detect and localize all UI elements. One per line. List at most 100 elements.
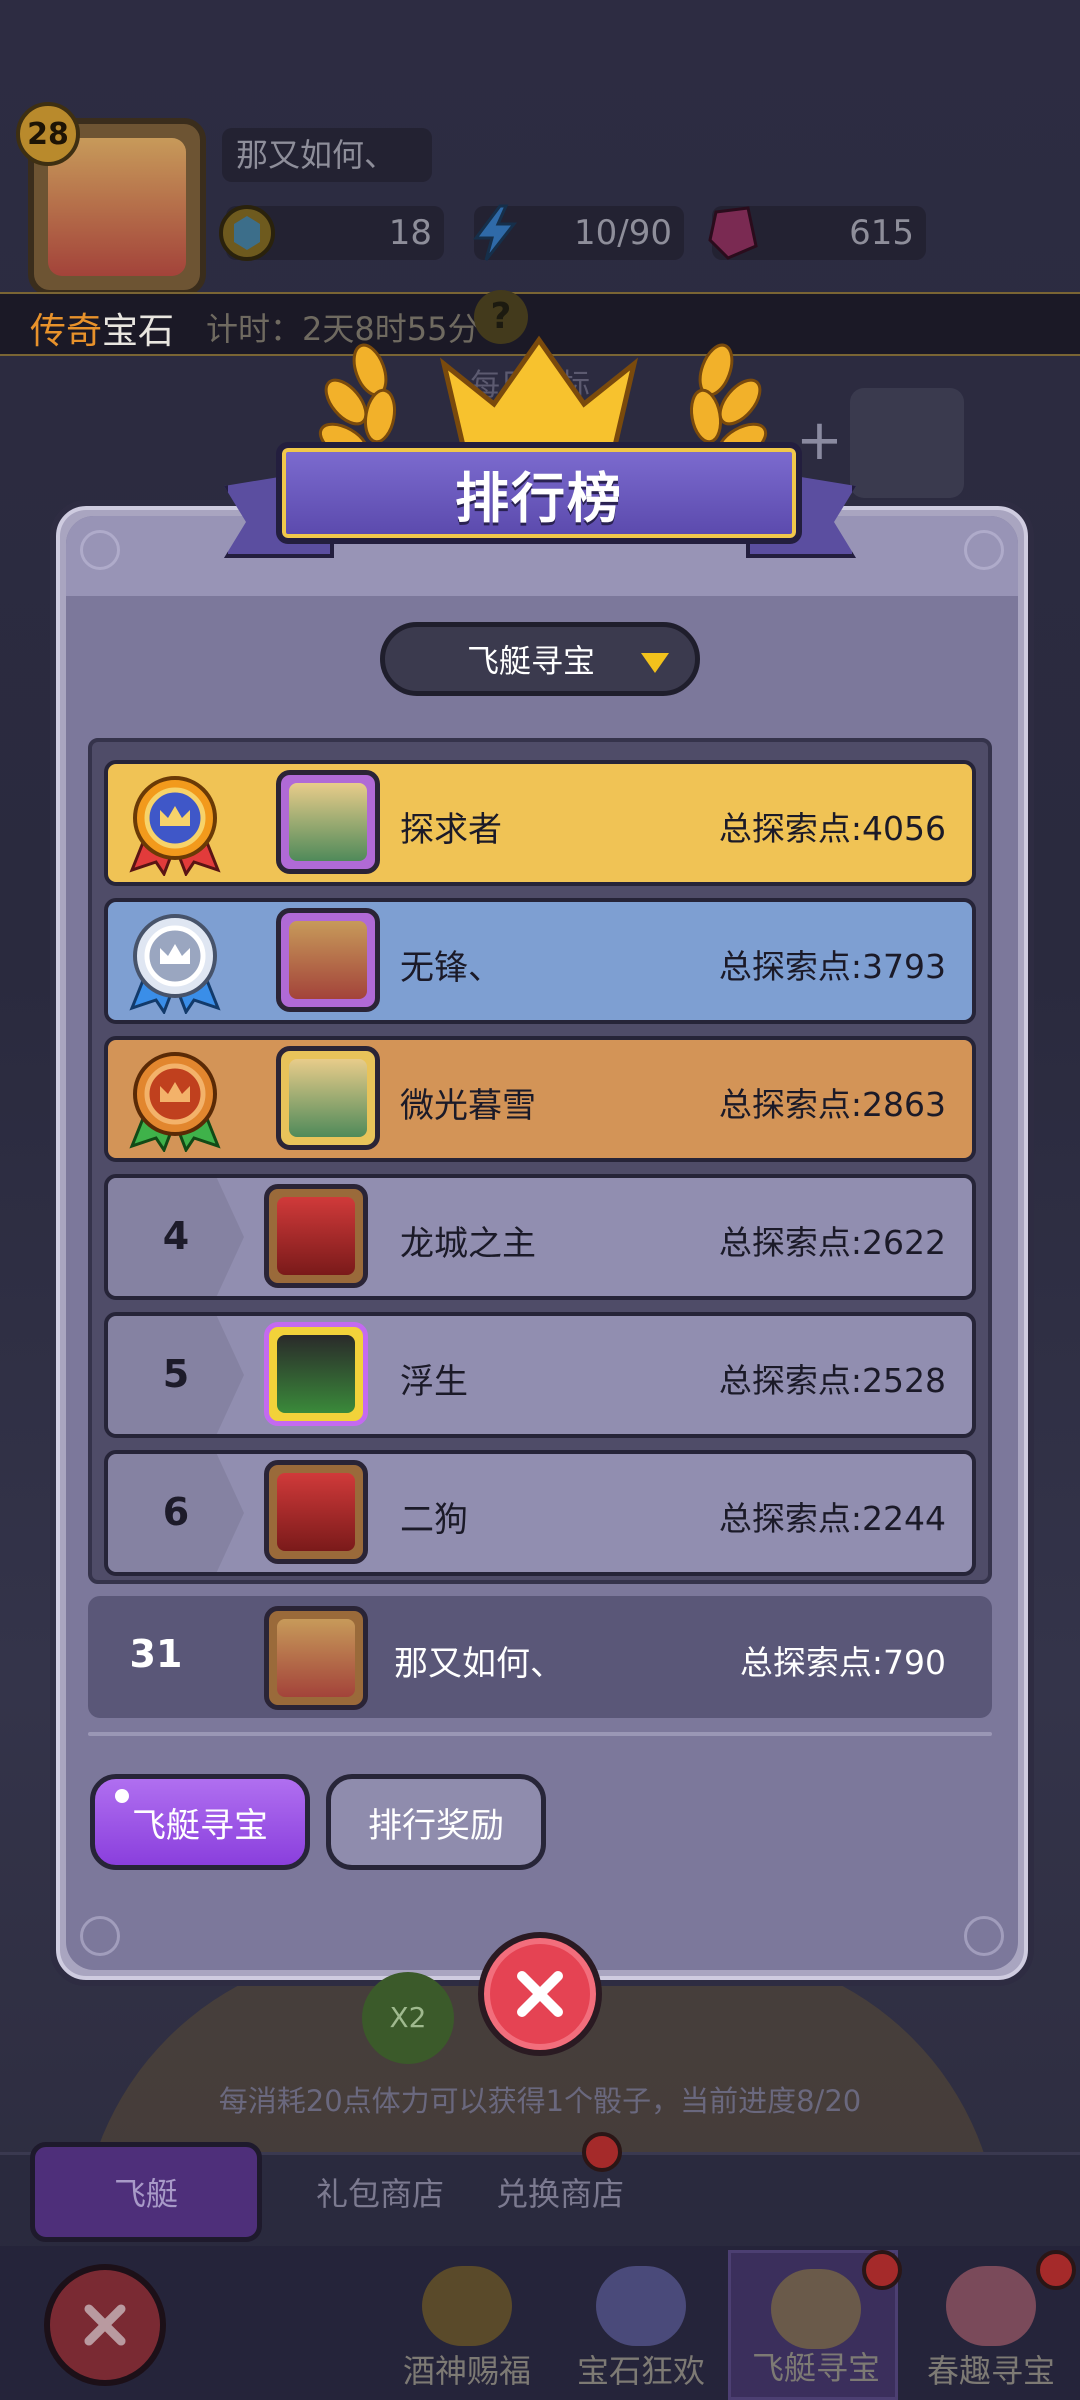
leaderboard-row[interactable]: 5 浮生 总探索点:2528 [104, 1312, 976, 1438]
rank-number: 5 [162, 1352, 190, 1396]
x2-badge: X2 [362, 1972, 454, 2064]
gem-icon [708, 206, 758, 260]
nav-label: 春趣寻宝 [926, 2352, 1055, 2390]
avatar[interactable] [264, 1606, 368, 1710]
leaderboard-row[interactable]: 无锋、 总探索点:3793 [104, 898, 976, 1024]
my-name: 那又如何、 [394, 1644, 564, 1684]
rank-number: 4 [162, 1214, 190, 1258]
wine-god-icon [422, 2266, 512, 2346]
player-avatar-face [48, 138, 186, 276]
event-title-part1: 传奇 [30, 311, 103, 352]
player-name: 探求者 [400, 810, 502, 850]
player-name: 微光暮雪 [400, 1086, 536, 1126]
event-title-part2: 宝石 [102, 311, 175, 352]
notification-dot [862, 2250, 902, 2290]
level-badge: 28 [16, 102, 80, 166]
rose-icon [946, 2266, 1036, 2346]
gem-value: 615 [849, 213, 914, 253]
silver-medal-icon [129, 914, 221, 1014]
energy-value: 10/90 [574, 213, 672, 253]
dropdown-value: 飞艇寻宝 [467, 642, 596, 680]
subtab-gift-shop[interactable]: 礼包商店 [300, 2142, 460, 2242]
gem-counter: 615 [708, 206, 926, 260]
corner-ornament [964, 530, 1004, 570]
rank-number: 6 [162, 1490, 190, 1534]
avatar[interactable] [276, 770, 380, 874]
avatar-face [277, 1473, 355, 1551]
event-title: 传奇宝石 [30, 302, 174, 354]
avatar-face [289, 921, 367, 999]
player-score: 总探索点:2863 [718, 1085, 946, 1124]
close-icon [517, 1971, 563, 2017]
tab-highlight-dot [115, 1789, 129, 1803]
leaderboard-row[interactable]: 6 二狗 总探索点:2244 [104, 1450, 976, 1576]
corner-ornament [80, 530, 120, 570]
player-name: 那又如何、 [222, 128, 432, 182]
notification-dot [582, 2132, 622, 2172]
player-score: 总探索点:2622 [718, 1223, 946, 1262]
leaderboard-row[interactable]: 微光暮雪 总探索点:2863 [104, 1036, 976, 1162]
leaderboard-list[interactable]: 探求者 总探索点:4056 无锋、 总探索点:3793 微光暮雪 总探索点:28… [88, 738, 992, 1584]
nav-label: 宝石狂欢 [576, 2352, 705, 2390]
corner-ornament [80, 1916, 120, 1956]
avatar-face [289, 1059, 367, 1137]
nav-close-button[interactable] [44, 2264, 166, 2386]
dropdown-arrow-icon [641, 653, 669, 673]
player-score: 总探索点:2528 [718, 1361, 946, 1400]
avatar-face [277, 1335, 355, 1413]
coin-value: 18 [388, 213, 432, 253]
avatar[interactable] [276, 1046, 380, 1150]
airship-icon [771, 2269, 861, 2349]
my-rank-row: 31 那又如何、 总探索点:790 [88, 1596, 992, 1718]
crown-icon [439, 335, 639, 453]
nav-label: 酒神赐福 [402, 2352, 531, 2390]
bronze-medal-icon [129, 1052, 221, 1152]
player-score: 总探索点:3793 [718, 947, 946, 986]
tab-airship-treasure[interactable]: 飞艇寻宝 [90, 1774, 310, 1870]
event-select-dropdown[interactable]: 飞艇寻宝 [380, 622, 700, 696]
leaderboard-title: 排行榜 [455, 466, 623, 530]
player-header: 28 那又如何、 18 10/90 615 [0, 90, 1080, 296]
avatar[interactable] [264, 1184, 368, 1288]
coin-icon [219, 205, 275, 261]
notification-dot [1036, 2250, 1076, 2290]
tab-label: 排行奖励 [368, 1805, 504, 1846]
tab-label: 飞艇寻宝 [132, 1805, 268, 1846]
tab-rank-rewards[interactable]: 排行奖励 [326, 1774, 546, 1870]
avatar-face [289, 783, 367, 861]
plus-icon[interactable]: + [796, 408, 843, 473]
rank-area: 5 [108, 1316, 248, 1434]
leaderboard-row[interactable]: 4 龙城之主 总探索点:2622 [104, 1174, 976, 1300]
avatar-face [277, 1197, 355, 1275]
my-rank-number: 31 [129, 1632, 183, 1676]
lightning-icon [473, 204, 518, 261]
leaderboard-title-banner: 排行榜 [276, 442, 802, 544]
close-button[interactable] [478, 1932, 602, 2056]
divider [88, 1732, 992, 1736]
close-icon [84, 2304, 126, 2346]
rank-area: 4 [108, 1178, 248, 1296]
dice-progress-hint: 每消耗20点体力可以获得1个骰子，当前进度8/20 [218, 2084, 862, 2118]
nav-item-wine-blessing[interactable]: 酒神赐福 [382, 2250, 552, 2400]
dice-icon[interactable] [850, 388, 964, 498]
avatar[interactable] [264, 1322, 368, 1426]
avatar[interactable] [276, 908, 380, 1012]
my-score: 总探索点:790 [739, 1643, 946, 1682]
subtab-airship[interactable]: 飞艇 [30, 2142, 262, 2242]
player-score: 总探索点:2244 [718, 1499, 946, 1538]
player-name: 龙城之主 [400, 1224, 536, 1264]
player-name: 无锋、 [400, 948, 502, 988]
corner-ornament [964, 1916, 1004, 1956]
player-name: 浮生 [400, 1362, 468, 1402]
nav-label: 飞艇寻宝 [751, 2349, 880, 2387]
coin-counter: 18 [219, 205, 444, 261]
rank-area: 6 [108, 1454, 248, 1572]
rank-area: 31 [88, 1596, 228, 1714]
avatar[interactable] [264, 1460, 368, 1564]
player-name: 二狗 [400, 1500, 468, 1540]
energy-counter: 10/90 [473, 204, 684, 261]
leaderboard-row[interactable]: 探求者 总探索点:4056 [104, 760, 976, 886]
avatar-face [277, 1619, 355, 1697]
nav-item-gem-carnival[interactable]: 宝石狂欢 [556, 2250, 726, 2400]
player-score: 总探索点:4056 [718, 809, 946, 848]
